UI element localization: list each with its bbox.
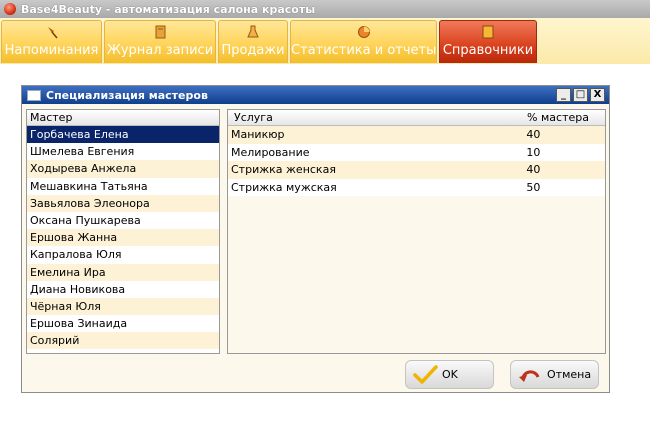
list-item[interactable]: Шмелева Евгения [27, 143, 219, 160]
list-item[interactable]: Ершова Зинаида [27, 315, 219, 332]
table-row[interactable]: Маникюр 40 [228, 126, 605, 144]
ok-label: OK [442, 368, 458, 381]
app-titlebar: Base4Beauty - автоматизация салона красо… [0, 0, 650, 18]
masters-header[interactable]: Мастер [27, 110, 219, 126]
flask-icon [247, 25, 259, 38]
percent-cell[interactable]: 40 [526, 161, 605, 179]
main-tabstrip: Напоминания Журнал записи Продажи Статис… [0, 18, 650, 64]
specialization-dialog: Специализация мастеров _ □ X Мастер Горб… [21, 85, 610, 393]
services-header: Услуга % мастера [228, 110, 605, 126]
dialog-titlebar[interactable]: Специализация мастеров _ □ X [22, 86, 609, 104]
column-header-service[interactable]: Услуга [231, 110, 527, 125]
percent-cell[interactable]: 10 [526, 144, 605, 162]
service-cell: Маникюр [231, 128, 285, 141]
list-item[interactable]: Мешавкина Татьяна [27, 178, 219, 195]
list-item[interactable]: Емелина Ира [27, 263, 219, 281]
cancel-button[interactable]: Отмена [510, 360, 599, 389]
app-logo-icon [4, 3, 16, 15]
column-header-percent[interactable]: % мастера [527, 110, 605, 125]
service-cell: Стрижка женская [231, 163, 336, 176]
checkmark-icon [413, 364, 438, 384]
ok-button[interactable]: OK [405, 360, 494, 389]
list-item[interactable]: Ходырева Анжела [27, 160, 219, 178]
list-item[interactable]: Ершова Жанна [27, 229, 219, 247]
minimize-button[interactable]: _ [556, 88, 571, 102]
list-item[interactable]: Оксана Пушкарева [27, 212, 219, 229]
list-item[interactable]: Диана Новикова [27, 281, 219, 298]
services-rows: Маникюр 40 Мелирование 10 Стрижка женска… [228, 126, 605, 196]
journal-icon [155, 25, 166, 39]
tab-reminders[interactable]: Напоминания [1, 20, 102, 63]
percent-cell[interactable]: 40 [526, 126, 605, 144]
list-item[interactable]: Горбачева Елена [27, 126, 219, 144]
pin-icon [47, 27, 58, 39]
maximize-button[interactable]: □ [573, 88, 588, 102]
tab-journal[interactable]: Журнал записи [104, 20, 216, 63]
list-item[interactable]: Капралова Юля [27, 246, 219, 263]
undo-arrow-icon [519, 370, 540, 382]
services-grid[interactable]: Услуга % мастера Маникюр 40 Мелирование … [227, 109, 606, 354]
window-buttons: _ □ X [556, 88, 605, 102]
service-cell: Мелирование [231, 145, 310, 159]
table-row[interactable]: Мелирование 10 [228, 143, 605, 162]
table-row[interactable]: Стрижка женская 40 [228, 161, 605, 179]
cancel-label: Отмена [547, 368, 592, 381]
pie-icon [357, 26, 370, 38]
tab-statistics[interactable]: Статистика и отчеты [290, 20, 437, 63]
percent-cell[interactable]: 50 [526, 179, 605, 197]
close-button[interactable]: X [590, 88, 605, 102]
masters-list[interactable]: Мастер Горбачева Елена Шмелева Евгения Х… [26, 109, 220, 354]
book-icon [482, 25, 494, 39]
window-icon [27, 89, 41, 101]
list-item[interactable]: Чёрная Юля [27, 297, 219, 316]
dialog-title: Специализация мастеров [46, 88, 208, 102]
tab-directories[interactable]: Справочники [439, 20, 537, 63]
list-item[interactable]: Завьялова Элеонора [27, 194, 219, 212]
masters-items: Горбачева Елена Шмелева Евгения Ходырева… [27, 126, 219, 350]
app-title: Base4Beauty - автоматизация салона красо… [21, 2, 316, 16]
list-item[interactable]: Солярий [27, 332, 219, 350]
tab-sales[interactable]: Продажи [218, 20, 288, 63]
service-cell: Стрижка мужская [231, 180, 337, 194]
table-row[interactable]: Стрижка мужская 50 [228, 178, 605, 197]
